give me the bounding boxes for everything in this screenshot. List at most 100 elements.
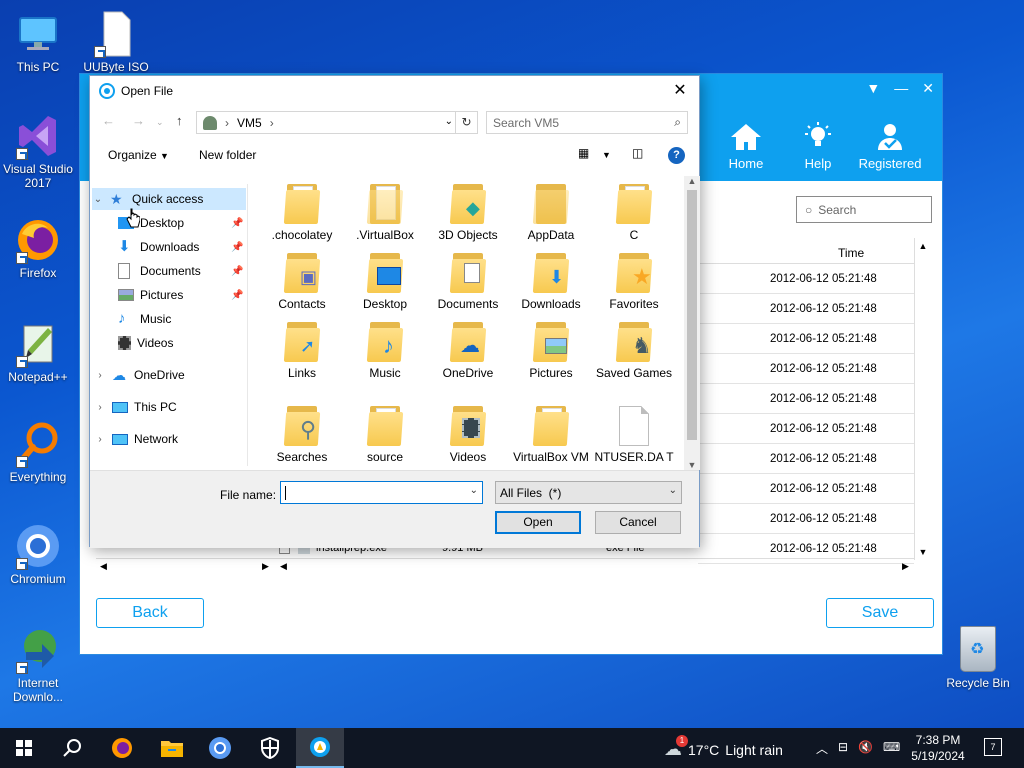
table-row[interactable]: 2012-06-12 05:21:48 bbox=[698, 474, 914, 504]
chevron-down-icon[interactable]: ⌄ bbox=[92, 194, 104, 205]
back-arrow-icon[interactable]: ← bbox=[102, 113, 115, 128]
folder-item[interactable]: ♞ Saved Games bbox=[592, 322, 676, 381]
table-row[interactable]: 2012-06-12 05:21:48 bbox=[698, 354, 914, 384]
notification-center-icon[interactable]: 7 bbox=[984, 738, 1002, 756]
minimize-icon[interactable]: — bbox=[894, 80, 908, 97]
table-row[interactable]: 2012-06-12 05:21:48 bbox=[698, 504, 914, 534]
nav-registered[interactable]: Registered bbox=[850, 122, 930, 171]
desktop-icon-recycle-bin[interactable]: Recycle Bin bbox=[938, 626, 1018, 690]
chevron-up-icon[interactable]: ︿ bbox=[816, 740, 828, 757]
table-row[interactable]: 2012-06-12 05:21:48 bbox=[698, 264, 914, 294]
file-type-select[interactable]: All Files (*) ⌄ bbox=[495, 481, 682, 504]
chevron-down-icon[interactable]: ▼ bbox=[602, 150, 611, 160]
folder-item[interactable]: ◆ 3D Objects bbox=[426, 184, 510, 243]
nav-home[interactable]: Home bbox=[706, 122, 786, 171]
folder-item[interactable]: AppData bbox=[509, 184, 593, 243]
language-icon[interactable]: ⌨ bbox=[883, 740, 900, 757]
refresh-icon[interactable]: ↻ bbox=[455, 112, 477, 133]
scroll-thumb[interactable] bbox=[687, 190, 697, 440]
view-options-icon[interactable]: ▦ bbox=[578, 146, 589, 160]
file-name-input[interactable]: ⌄ bbox=[280, 481, 483, 504]
network-icon[interactable]: ⊟ bbox=[838, 740, 848, 757]
forward-arrow-icon[interactable]: → bbox=[132, 113, 145, 128]
organize-button[interactable]: Organize ▼ bbox=[108, 148, 169, 162]
desktop-icon-chromium[interactable]: Chromium bbox=[0, 522, 76, 586]
table-row[interactable]: 2012-06-12 05:21:48 bbox=[698, 294, 914, 324]
folder-item[interactable]: ▣ Contacts bbox=[260, 253, 344, 312]
nav-music[interactable]: ♪ Music bbox=[118, 308, 246, 330]
desktop-icon-everything[interactable]: Everything bbox=[0, 420, 76, 484]
recent-dropdown-icon[interactable]: ⌄ bbox=[156, 117, 164, 128]
folder-item[interactable]: .VirtualBox bbox=[343, 184, 427, 243]
nav-onedrive[interactable]: › ☁ OneDrive bbox=[94, 364, 246, 386]
open-button[interactable]: Open bbox=[495, 511, 581, 534]
taskbar-security[interactable] bbox=[246, 728, 294, 768]
table-row[interactable]: 2012-06-12 05:21:48 bbox=[698, 414, 914, 444]
nav-network[interactable]: › Network bbox=[94, 428, 246, 450]
speaker-muted-icon[interactable]: 🔇 bbox=[858, 740, 873, 757]
folder-item[interactable]: source bbox=[343, 406, 427, 465]
folder-item[interactable]: ★ Favorites bbox=[592, 253, 676, 312]
desktop-icon-firefox[interactable]: Firefox bbox=[0, 216, 76, 280]
chevron-right-icon[interactable]: › bbox=[94, 370, 106, 381]
desktop-icon-uubyte-iso[interactable]: UUByte ISO bbox=[78, 10, 154, 74]
chevron-right-icon[interactable]: › bbox=[94, 402, 106, 413]
nav-help[interactable]: Help bbox=[778, 122, 858, 171]
scroll-left-arrow-icon[interactable]: ◀ bbox=[280, 561, 287, 572]
save-button[interactable]: Save bbox=[826, 598, 934, 628]
back-button[interactable]: Back bbox=[96, 598, 204, 628]
taskbar-chromium[interactable] bbox=[196, 728, 244, 768]
taskbar-uubyte-app[interactable] bbox=[296, 728, 344, 768]
folder-item[interactable]: Videos bbox=[426, 406, 510, 465]
folder-item[interactable]: VirtualBox VM bbox=[509, 406, 593, 465]
cancel-button[interactable]: Cancel bbox=[595, 511, 681, 534]
folder-item[interactable]: Pictures bbox=[509, 322, 593, 381]
nav-documents[interactable]: Documents 📌 bbox=[118, 260, 246, 282]
scroll-up-arrow-icon[interactable]: ▲ bbox=[684, 176, 700, 186]
scroll-down-arrow-icon[interactable]: ▼ bbox=[915, 544, 931, 560]
table-row[interactable]: 2012-06-12 05:21:48 bbox=[698, 384, 914, 414]
table-horizontal-scrollbar[interactable]: ◀ ▶ ◀ ▶ bbox=[96, 558, 914, 576]
nav-quick-access[interactable]: ⌄ ★ Quick access bbox=[92, 188, 246, 210]
nav-videos[interactable]: Videos bbox=[118, 332, 246, 354]
chevron-right-icon[interactable]: › bbox=[225, 116, 229, 130]
folder-item[interactable]: ♪ Music bbox=[343, 322, 427, 381]
folder-item[interactable]: ➚ Links bbox=[260, 322, 344, 381]
file-list-scrollbar[interactable]: ▲ ▼ bbox=[684, 176, 700, 470]
scroll-right-arrow-icon[interactable]: ▶ bbox=[262, 561, 269, 572]
folder-item[interactable]: ⬇ Downloads bbox=[509, 253, 593, 312]
scroll-down-arrow-icon[interactable]: ▼ bbox=[684, 460, 700, 470]
scroll-left-arrow-icon[interactable]: ◀ bbox=[100, 561, 107, 572]
search-input[interactable]: ○ Search bbox=[796, 196, 932, 223]
menu-icon[interactable]: ▼ bbox=[866, 80, 880, 97]
folder-item[interactable]: ⚲ Searches bbox=[260, 406, 344, 465]
folder-item[interactable]: ☁ OneDrive bbox=[426, 322, 510, 381]
folder-item[interactable]: Documents bbox=[426, 253, 510, 312]
nav-downloads[interactable]: ⬇ Downloads 📌 bbox=[118, 236, 246, 258]
desktop-icon-notepadpp[interactable]: Notepad++ bbox=[0, 320, 76, 384]
scroll-up-arrow-icon[interactable]: ▲ bbox=[915, 238, 931, 254]
chevron-down-icon[interactable]: ⌄ bbox=[470, 485, 478, 496]
folder-item[interactable]: .chocolatey bbox=[260, 184, 344, 243]
preview-pane-icon[interactable]: ◫ bbox=[632, 146, 643, 160]
up-arrow-icon[interactable]: ↑ bbox=[176, 113, 183, 128]
chevron-down-icon[interactable]: ⌄ bbox=[445, 116, 453, 127]
scroll-right-arrow-icon[interactable]: ▶ bbox=[902, 561, 909, 572]
close-icon[interactable]: ✕ bbox=[669, 80, 691, 100]
desktop-icon-visual-studio[interactable]: Visual Studio 2017 bbox=[0, 112, 76, 190]
taskbar-clock[interactable]: 7:38 PM 5/19/2024 bbox=[908, 732, 968, 764]
dialog-title-bar[interactable]: Open File ✕ bbox=[90, 76, 699, 105]
nav-this-pc[interactable]: › This PC bbox=[94, 396, 246, 418]
taskbar-search-button[interactable] bbox=[48, 728, 96, 768]
folder-item[interactable]: Desktop bbox=[343, 253, 427, 312]
table-vertical-scrollbar[interactable]: ▲ ▼ bbox=[914, 238, 932, 560]
new-folder-button[interactable]: New folder bbox=[199, 148, 256, 162]
file-item[interactable]: NTUSER.DA T bbox=[592, 406, 676, 465]
taskbar-firefox[interactable] bbox=[98, 728, 146, 768]
folder-item[interactable]: C bbox=[592, 184, 676, 243]
desktop-icon-internet-download[interactable]: Internet Downlo... bbox=[0, 626, 76, 704]
address-bar[interactable]: › VM5 › ⌄ ↻ bbox=[196, 111, 478, 134]
column-header-time[interactable]: Time bbox=[838, 246, 864, 260]
table-row[interactable]: 2012-06-12 05:21:48 bbox=[698, 444, 914, 474]
taskbar-file-explorer[interactable] bbox=[148, 728, 196, 768]
